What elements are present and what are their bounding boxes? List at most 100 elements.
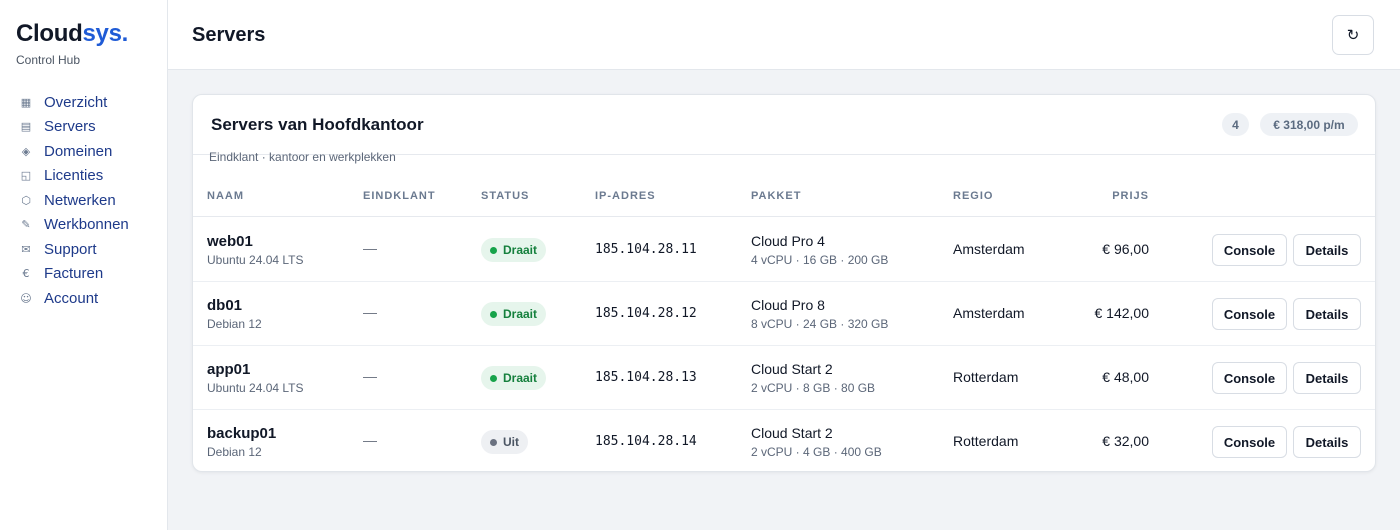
details-button[interactable]: Details [1293,426,1361,458]
ticket-icon: ✎ [21,218,31,232]
card-header: Servers van Hoofdkantoor 4 € 318,00 p/m [193,95,1375,155]
table-row[interactable]: backup01 Debian 12 — Uit 185.104.28.14 Cloud … [193,410,1375,471]
sidebar-item-facturen[interactable]: € Facturen [0,262,168,287]
details-button[interactable]: Details [1293,234,1361,266]
status-label: Uit [503,435,519,449]
refresh-button[interactable]: ↻ [1332,15,1374,55]
status-dot-icon [490,310,497,318]
console-button[interactable]: Console [1212,298,1287,330]
server-os: Ubuntu 24.04 LTS [207,381,304,395]
status-badge: Draait [481,302,547,326]
server-price: € 48,00 [1102,369,1149,385]
card-title: Servers van Hoofdkantoor [211,115,424,134]
network-icon: ⬡ [21,193,31,207]
sidebar-item-account[interactable]: ☺ Account [0,286,168,311]
sidebar-item-netwerken[interactable]: ⬡ Netwerken [0,188,168,213]
sidebar-item-licenties[interactable]: ◱ Licenties [0,164,168,189]
sidebar-item-label: Licenties [44,167,104,185]
sidebar-item-label: Domeinen [44,142,113,160]
server-os: Debian 12 [207,445,262,459]
server-price: € 142,00 [1094,305,1150,321]
server-package: Cloud Start 2 [751,361,833,377]
column-header-pakket[interactable]: PAKKET [751,190,801,202]
server-name[interactable]: web01 [207,233,253,250]
server-name[interactable]: db01 [207,297,242,314]
server-package: Cloud Pro 4 [751,233,825,249]
brand-name: Cloud [16,20,83,47]
sidebar-nav: ▦ Overzicht ▤ Servers ◈ Domeinen ◱ Licenties ⬡ Ne… [0,90,168,311]
brand-subtitle: Control Hub [16,53,81,67]
column-header-status[interactable]: STATUS [481,190,529,202]
server-package: Cloud Pro 8 [751,297,825,313]
column-header-prijs[interactable]: PRIJS [1112,190,1149,202]
server-customer: — [363,304,377,320]
sidebar-item-label: Overzicht [44,93,108,111]
server-count-badge: 4 [1222,113,1249,136]
card-subtitle: Eindklant · kantoor en werkplekken [209,150,396,164]
server-name[interactable]: backup01 [207,425,276,442]
server-region: Amsterdam [953,305,1025,321]
status-badge: Draait [481,366,547,390]
server-os: Debian 12 [207,317,262,331]
server-icon: ▤ [20,120,32,134]
status-label: Draait [503,371,538,385]
server-package: Cloud Start 2 [751,425,833,441]
sidebar-item-domeinen[interactable]: ◈ Domeinen [0,139,168,164]
sidebar-item-label: Support [44,240,97,258]
server-price: € 96,00 [1102,241,1149,257]
server-ip: 185.104.28.11 [595,242,697,257]
column-header-naam[interactable]: NAAM [207,190,244,202]
server-region: Rotterdam [953,433,1019,449]
sidebar-item-overzicht[interactable]: ▦ Overzicht [0,90,168,115]
console-button[interactable]: Console [1212,234,1287,266]
sidebar-item-label: Servers [44,118,96,136]
column-header-ip[interactable]: IP-ADRES [595,190,656,202]
status-dot-icon [490,438,497,446]
server-specs: 2 vCPU · 4 GB · 400 GB [751,445,882,459]
top-bar: Servers ↻ [168,0,1400,70]
refresh-icon: ↻ [1346,26,1360,44]
server-price: € 32,00 [1102,433,1149,449]
sidebar-item-servers[interactable]: ▤ Servers [0,115,168,140]
status-label: Draait [503,307,538,321]
sidebar: Cloudsys. Control Hub ▦ Overzicht ▤ Servers… [0,0,168,530]
server-ip: 185.104.28.12 [595,306,697,321]
column-header-regio[interactable]: REGIO [953,190,993,202]
table-row[interactable]: db01 Debian 12 — Draait 185.104.28.12 Cloud P… [193,282,1375,346]
servers-card: Servers van Hoofdkantoor 4 € 318,00 p/m … [192,94,1376,472]
console-button[interactable]: Console [1212,362,1287,394]
server-name[interactable]: app01 [207,361,250,378]
server-region: Rotterdam [953,369,1019,385]
table-header: NAAM EINDKLANT STATUS IP-ADRES PAKKET RE… [193,181,1375,217]
sidebar-item-label: Werkbonnen [44,216,129,234]
table-row[interactable]: web01 Ubuntu 24.04 LTS — Draait 185.104.28.1… [193,218,1375,282]
server-os: Ubuntu 24.04 LTS [207,253,304,267]
column-header-eindklant[interactable]: EINDKLANT [363,190,436,202]
server-specs: 8 vCPU · 24 GB · 320 GB [751,317,889,331]
globe-icon: ◈ [21,144,31,158]
mail-icon: ✉ [21,242,31,256]
server-customer: — [363,240,377,256]
brand-logo[interactable]: Cloudsys. [16,20,128,48]
server-customer: — [363,368,377,384]
server-specs: 2 vCPU · 8 GB · 80 GB [751,381,876,395]
status-dot-icon [490,246,497,254]
server-specs: 4 vCPU · 16 GB · 200 GB [751,253,889,267]
brand-name-accent: sys. [82,20,128,47]
sidebar-item-label: Account [44,289,99,307]
grid-icon: ▦ [20,95,32,109]
details-button[interactable]: Details [1293,298,1361,330]
sidebar-item-support[interactable]: ✉ Support [0,237,168,262]
euro-icon: € [22,267,30,281]
server-region: Amsterdam [953,241,1025,257]
sidebar-item-label: Netwerken [44,191,116,209]
status-badge: Draait [481,238,547,262]
details-button[interactable]: Details [1293,362,1361,394]
table-row[interactable]: app01 Ubuntu 24.04 LTS — Draait 185.104.28.1… [193,346,1375,410]
sidebar-item-werkbonnen[interactable]: ✎ Werkbonnen [0,213,168,238]
console-button[interactable]: Console [1212,426,1287,458]
sidebar-item-label: Facturen [44,265,104,283]
server-ip: 185.104.28.13 [595,370,697,385]
license-icon: ◱ [20,169,32,183]
page-title: Servers [192,24,266,46]
